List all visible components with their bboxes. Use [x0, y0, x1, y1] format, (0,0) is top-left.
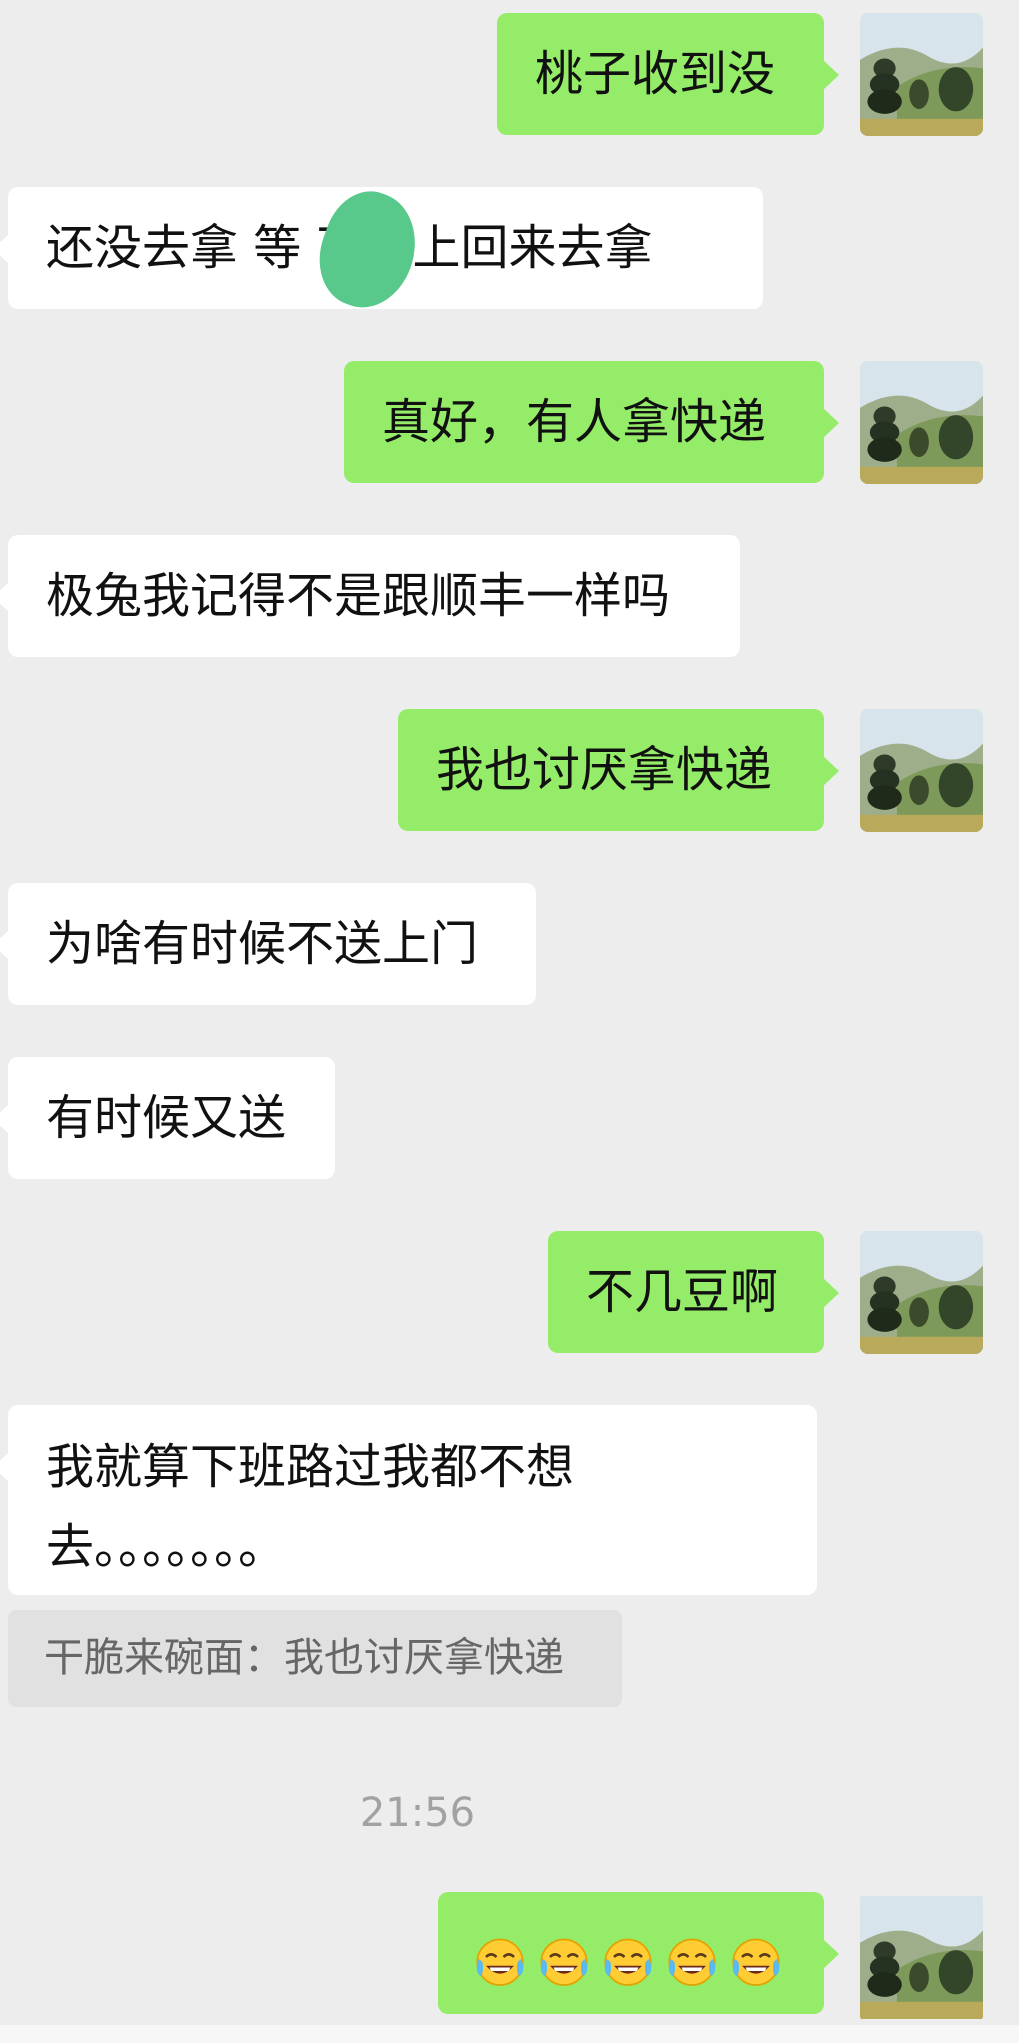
user-avatar[interactable] [860, 1231, 983, 1354]
message-bubble-outgoing[interactable]: 我也讨厌拿快递 [398, 709, 839, 831]
timestamp: 21:56 [359, 1790, 476, 1836]
face-with-tears-of-joy-icon [472, 1936, 528, 1992]
message-bubble-incoming[interactable]: 为啥有时候不送上门 [0, 883, 536, 1005]
avatar-image [860, 709, 983, 832]
message-text: 为啥有时候不送上门 [46, 916, 479, 972]
message-bubble-outgoing[interactable]: 真好，有人拿快递 [344, 361, 839, 483]
message-text: 有时候又送 [46, 1090, 287, 1146]
input-bar-edge [0, 2025, 1019, 2043]
message-text: 极兔我记得不是跟顺丰一样吗 [46, 568, 671, 624]
message-bubble-outgoing[interactable] [438, 1892, 839, 2014]
message-text: 我也讨厌拿快递 [436, 742, 773, 798]
user-avatar[interactable] [860, 361, 983, 484]
quoted-reply[interactable]: 干脆来碗面：我也讨厌拿快递 [8, 1610, 622, 1707]
face-with-tears-of-joy-icon [600, 1936, 656, 1992]
message-bubble-incoming[interactable]: 极兔我记得不是跟顺丰一样吗 [0, 535, 740, 657]
user-avatar[interactable] [860, 709, 983, 832]
user-avatar[interactable] [860, 13, 983, 136]
message-bubble-incoming[interactable]: 我就算下班路过我都不想去。。。。。。。 [0, 1405, 817, 1595]
quoted-reply-text: 干脆来碗面：我也讨厌拿快递 [44, 1635, 564, 1681]
avatar-image [860, 13, 983, 136]
face-with-tears-of-joy-icon [664, 1936, 720, 1992]
avatar-image [860, 1231, 983, 1354]
face-with-tears-of-joy-icon [728, 1936, 784, 1992]
message-text: 桃子收到没 [535, 46, 776, 102]
avatar-image [860, 1892, 983, 2023]
message-text: 不几豆啊 [586, 1264, 779, 1320]
user-avatar[interactable] [860, 1892, 983, 2023]
message-text: 我就算下班路过我都不想去。。。。。。。 [46, 1439, 575, 1575]
face-with-tears-of-joy-icon [536, 1936, 592, 1992]
message-bubble-incoming[interactable]: 有时候又送 [0, 1057, 335, 1179]
message-bubble-outgoing[interactable]: 不几豆啊 [548, 1231, 839, 1353]
avatar-image [860, 361, 983, 484]
message-text: 真好，有人拿快递 [382, 394, 767, 450]
message-bubble-outgoing[interactable]: 桃子收到没 [497, 13, 839, 135]
